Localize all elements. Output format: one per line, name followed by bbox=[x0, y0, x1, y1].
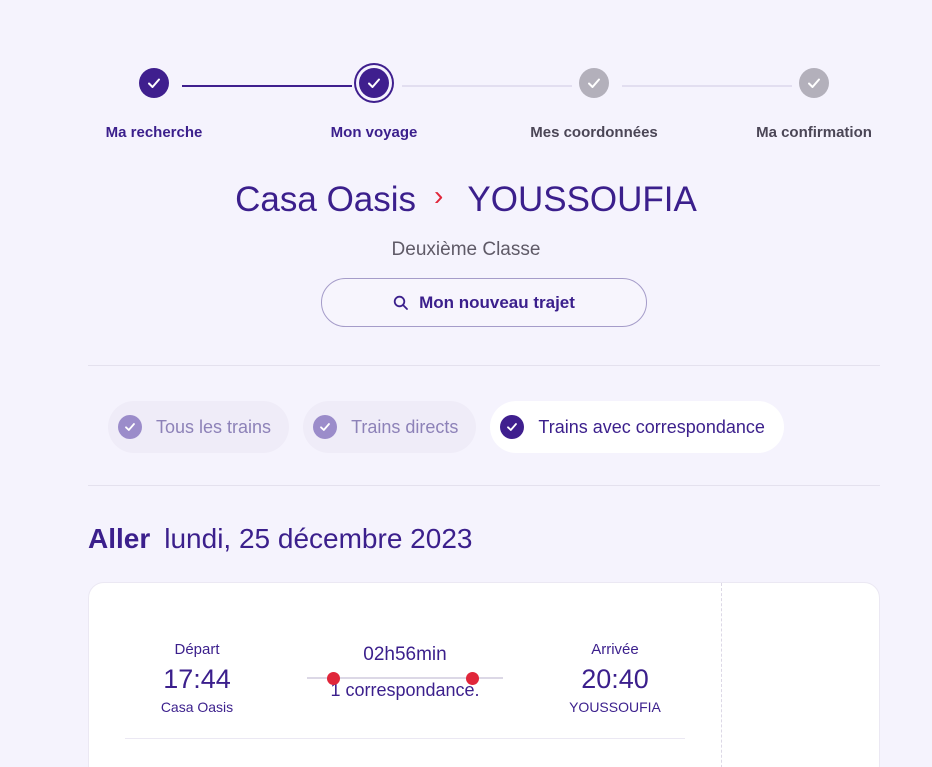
check-icon bbox=[799, 68, 829, 98]
arrival-station: YOUSSOUFIA bbox=[569, 699, 661, 715]
check-icon bbox=[500, 415, 525, 439]
step-journey[interactable]: Mon voyage bbox=[294, 68, 454, 141]
trip-duration: 02h56min bbox=[363, 644, 447, 665]
filter-label: Trains avec correspondance bbox=[538, 416, 765, 437]
search-icon bbox=[393, 295, 408, 310]
check-icon bbox=[313, 415, 338, 439]
check-icon bbox=[139, 68, 169, 98]
new-trip-button[interactable]: Mon nouveau trajet bbox=[321, 278, 647, 327]
card-divider bbox=[125, 738, 685, 739]
trip-card[interactable]: Départ 17:44 Casa Oasis 02h56min 1 corre… bbox=[88, 582, 880, 767]
filter-direct-trains[interactable]: Trains directs bbox=[303, 401, 477, 453]
step-confirmation: Ma confirmation bbox=[734, 68, 894, 141]
destination-station: YOUSSOUFIA bbox=[467, 180, 697, 219]
travel-date: lundi, 25 décembre 2023 bbox=[164, 523, 473, 554]
direction-label: Aller bbox=[88, 523, 151, 554]
check-icon bbox=[359, 68, 389, 98]
progress-stepper: Ma recherche Mon voyage Mes coordonnées … bbox=[0, 0, 932, 160]
departure-time: 17:44 bbox=[163, 664, 231, 694]
route-timeline bbox=[305, 666, 505, 688]
step-label: Mes coordonnées bbox=[530, 124, 658, 141]
filter-label: Tous les trains bbox=[156, 416, 272, 437]
step-search[interactable]: Ma recherche bbox=[74, 68, 234, 141]
step-label: Ma recherche bbox=[105, 124, 203, 141]
departure-station: Casa Oasis bbox=[160, 699, 234, 715]
step-contact-details: Mes coordonnées bbox=[514, 68, 674, 141]
filter-connecting-trains[interactable]: Trains avec correspondance bbox=[490, 401, 784, 453]
arrival-time: 20:40 bbox=[581, 664, 649, 694]
stop-dot-icon bbox=[466, 672, 479, 685]
route-title: Casa Oasis › YOUSSOUFIA bbox=[0, 180, 932, 220]
divider bbox=[88, 365, 880, 366]
outbound-date-heading: Aller lundi, 25 décembre 2023 bbox=[88, 523, 472, 555]
arrival-caption: Arrivée bbox=[591, 641, 639, 658]
step-label: Ma confirmation bbox=[756, 124, 872, 141]
origin-station: Casa Oasis bbox=[235, 180, 417, 219]
filter-label: Trains directs bbox=[351, 416, 459, 437]
arrival-info: Arrivée 20:40 YOUSSOUFIA bbox=[555, 641, 675, 715]
card-column-divider bbox=[721, 583, 722, 767]
trip-duration-info: 02h56min 1 correspondance. bbox=[305, 641, 505, 701]
train-filter-chips: Tous les trains Trains directs Trains av… bbox=[108, 401, 784, 453]
check-icon bbox=[579, 68, 609, 98]
departure-info: Départ 17:44 Casa Oasis bbox=[137, 641, 257, 715]
new-trip-label: Mon nouveau trajet bbox=[419, 292, 575, 312]
check-icon bbox=[118, 415, 142, 439]
travel-class: Deuxième Classe bbox=[391, 239, 541, 260]
departure-caption: Départ bbox=[174, 641, 220, 658]
chevron-right-icon: › bbox=[434, 180, 444, 211]
filter-all-trains[interactable]: Tous les trains bbox=[108, 401, 290, 453]
stop-dot-icon bbox=[327, 672, 340, 685]
divider bbox=[88, 485, 880, 486]
step-label: Mon voyage bbox=[330, 124, 418, 141]
